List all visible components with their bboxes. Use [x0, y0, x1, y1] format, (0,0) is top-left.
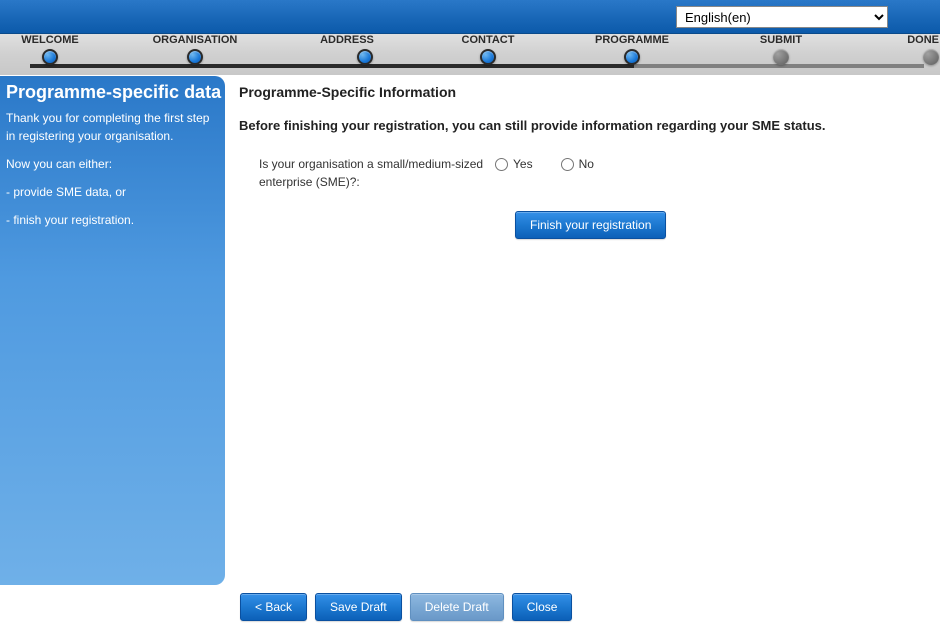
sidebar-text: - finish your registration.	[6, 211, 219, 229]
step-dot-icon	[357, 49, 373, 65]
save-draft-button[interactable]: Save Draft	[315, 593, 402, 621]
radio-label: Yes	[513, 157, 533, 171]
step-submit[interactable]: SUBMIT	[756, 34, 806, 65]
step-dot-icon	[773, 49, 789, 65]
sidebar: Programme-specific data Thank you for co…	[0, 76, 225, 585]
step-organisation[interactable]: ORGANISATION	[150, 34, 240, 65]
step-programme[interactable]: PROGRAMME	[592, 34, 672, 65]
top-bar: English(en)	[0, 0, 940, 34]
sme-no-radio[interactable]	[561, 158, 574, 171]
page-title: Programme-Specific Information	[239, 84, 928, 100]
sme-question-label: Is your organisation a small/medium-size…	[239, 155, 495, 191]
step-dot-icon	[923, 49, 939, 65]
sidebar-text: Now you can either:	[6, 155, 219, 173]
back-button[interactable]: < Back	[240, 593, 307, 621]
step-address[interactable]: ADDRESS	[317, 34, 377, 65]
step-label: WELCOME	[10, 34, 90, 46]
step-dot-icon	[480, 49, 496, 65]
sidebar-text: Thank you for completing the first step …	[6, 109, 219, 145]
sidebar-text: - provide SME data, or	[6, 183, 219, 201]
delete-draft-button[interactable]: Delete Draft	[410, 593, 504, 621]
step-label: ORGANISATION	[150, 34, 240, 46]
step-label: DONE	[889, 34, 939, 46]
content-area: Programme-Specific Information Before fi…	[225, 76, 940, 585]
step-label: ADDRESS	[317, 34, 377, 46]
step-dot-icon	[42, 49, 58, 65]
step-contact[interactable]: CONTACT	[458, 34, 518, 65]
sme-no-option[interactable]: No	[561, 157, 594, 171]
footer-buttons: < Back Save Draft Delete Draft Close	[0, 585, 940, 621]
finish-registration-button[interactable]: Finish your registration	[515, 211, 666, 239]
sme-yes-radio[interactable]	[495, 158, 508, 171]
close-button[interactable]: Close	[512, 593, 573, 621]
step-dot-icon	[187, 49, 203, 65]
radio-label: No	[579, 157, 594, 171]
sme-question-row: Is your organisation a small/medium-size…	[239, 155, 928, 191]
step-welcome[interactable]: WELCOME	[10, 34, 90, 65]
step-done[interactable]: DONE	[889, 34, 939, 65]
step-label: PROGRAMME	[592, 34, 672, 46]
sidebar-title: Programme-specific data	[6, 82, 219, 103]
language-select[interactable]: English(en)	[676, 6, 888, 28]
step-label: SUBMIT	[756, 34, 806, 46]
sme-yes-option[interactable]: Yes	[495, 157, 533, 171]
step-label: CONTACT	[458, 34, 518, 46]
stepper: WELCOME ORGANISATION ADDRESS CONTACT PRO…	[0, 34, 940, 76]
step-dot-icon	[624, 49, 640, 65]
page-subtitle: Before finishing your registration, you …	[239, 118, 928, 133]
